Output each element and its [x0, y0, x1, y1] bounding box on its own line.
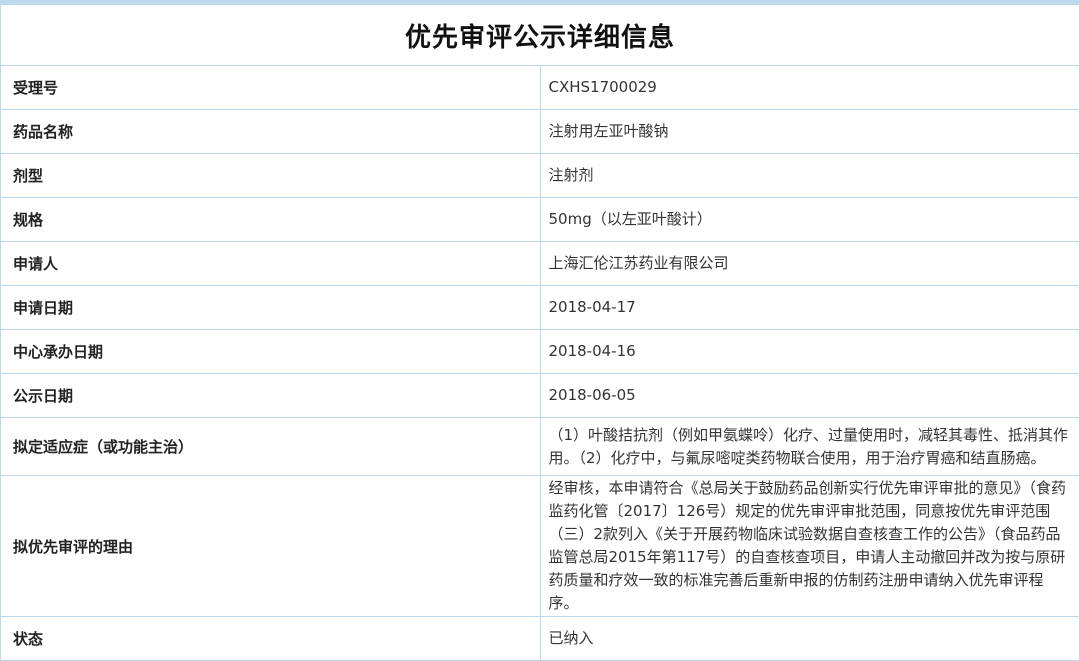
row-value: 经审核，本申请符合《总局关于鼓励药品创新实行优先审评审批的意见》（食药监药化管〔… — [539, 475, 1080, 617]
table-row-priority-reason: 拟优先审评的理由 经审核，本申请符合《总局关于鼓励药品创新实行优先审评审批的意见… — [0, 475, 1080, 617]
table-row-specification: 规格 50mg（以左亚叶酸计） — [0, 197, 1080, 242]
table-row-drug-name: 药品名称 注射用左亚叶酸钠 — [0, 109, 1080, 154]
row-value: 2018-04-16 — [539, 329, 1080, 374]
row-value: 50mg（以左亚叶酸计） — [539, 197, 1080, 242]
row-value: 注射用左亚叶酸钠 — [539, 109, 1080, 154]
table-row-dosage-form: 剂型 注射剂 — [0, 153, 1080, 198]
row-value: （1）叶酸拮抗剂（例如甲氨蝶呤）化疗、过量使用时，减轻其毒性、抵消其作用。（2）… — [539, 417, 1080, 476]
row-label: 受理号 — [0, 65, 541, 110]
title-row: 优先审评公示详细信息 — [0, 4, 1080, 66]
row-label: 公示日期 — [0, 373, 541, 418]
row-value: 2018-06-05 — [539, 373, 1080, 418]
row-value: 上海汇伦江苏药业有限公司 — [539, 241, 1080, 286]
row-label: 中心承办日期 — [0, 329, 541, 374]
row-label: 剂型 — [0, 153, 541, 198]
table-row-applicant: 申请人 上海汇伦江苏药业有限公司 — [0, 241, 1080, 286]
table-row-center-date: 中心承办日期 2018-04-16 — [0, 329, 1080, 374]
row-value: 2018-04-17 — [539, 285, 1080, 330]
table-row-indication: 拟定适应症（或功能主治） （1）叶酸拮抗剂（例如甲氨蝶呤）化疗、过量使用时，减轻… — [0, 417, 1080, 476]
row-value: CXHS1700029 — [539, 65, 1080, 110]
row-label: 药品名称 — [0, 109, 541, 154]
row-label: 拟优先审评的理由 — [0, 475, 541, 617]
table-row-publication-date: 公示日期 2018-06-05 — [0, 373, 1080, 418]
row-label: 拟定适应症（或功能主治） — [0, 417, 541, 476]
row-label: 申请日期 — [0, 285, 541, 330]
row-label: 申请人 — [0, 241, 541, 286]
table-row-acceptance-no: 受理号 CXHS1700029 — [0, 65, 1080, 110]
detail-page: 优先审评公示详细信息 受理号 CXHS1700029 药品名称 注射用左亚叶酸钠… — [0, 0, 1080, 661]
page-title: 优先审评公示详细信息 — [0, 4, 1080, 66]
table-row-application-date: 申请日期 2018-04-17 — [0, 285, 1080, 330]
row-label: 规格 — [0, 197, 541, 242]
detail-table: 优先审评公示详细信息 受理号 CXHS1700029 药品名称 注射用左亚叶酸钠… — [0, 4, 1080, 661]
row-value: 注射剂 — [539, 153, 1080, 198]
